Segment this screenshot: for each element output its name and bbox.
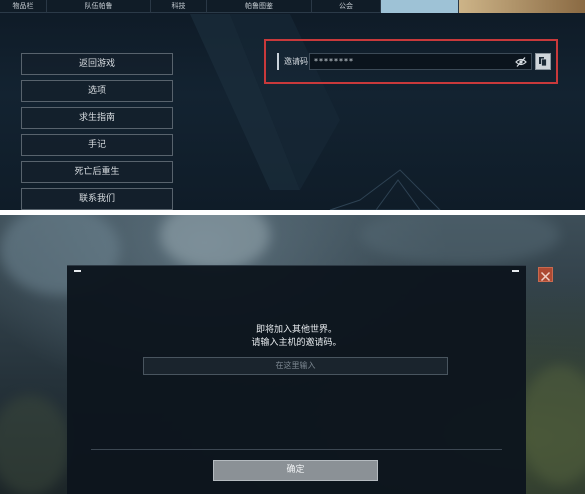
copy-glyph-icon [539,57,547,67]
journal-button[interactable]: 手记 [21,134,173,156]
tab-map[interactable] [459,0,585,13]
dialog-message-line1: 即将加入其他世界。 [255,325,337,335]
minimize-icon [512,270,519,272]
background-blur [360,215,560,265]
copy-icon[interactable] [535,53,551,70]
invite-code-label: 邀请码 [284,57,308,66]
dialog-message-line2: 请输入主机的邀请码。 [251,338,342,348]
close-icon [540,271,551,282]
dialog-message: 即将加入其他世界。 请输入主机的邀请码。 [67,324,526,350]
survival-guide-button[interactable]: 求生指南 [21,107,173,129]
tab-technology[interactable]: 科技 [151,0,207,13]
join-world-dialog: 即将加入其他世界。 请输入主机的邀请码。 在这里输入 确定 [67,265,526,494]
background-blur [160,215,270,270]
tab-guild[interactable]: 公会 [312,0,381,13]
eye-hidden-icon[interactable] [515,56,527,68]
confirm-button[interactable]: 确定 [213,460,378,481]
background-blur [0,395,70,494]
options-button[interactable]: 选项 [21,80,173,102]
top-tab-bar: 物品栏 队伍帕鲁 科技 帕鲁图鉴 公会 [0,0,585,13]
tab-system[interactable] [381,0,459,13]
invite-code-field: ******** [309,53,532,70]
join-world-screen: 即将加入其他世界。 请输入主机的邀请码。 在这里输入 确定 [0,215,585,494]
label-accent-bar [277,53,279,70]
invite-code-row: 邀请码 ******** [277,53,551,70]
invite-code-input[interactable]: 在这里输入 [143,357,448,375]
pause-menu: 返回游戏 选项 求生指南 手记 死亡后重生 联系我们 [21,53,173,210]
invite-code-value: ******** [314,57,354,66]
close-button[interactable] [538,267,553,282]
invite-code-highlight: 邀请码 ******** [264,39,558,84]
return-to-game-button[interactable]: 返回游戏 [21,53,173,75]
tab-paldeck[interactable]: 帕鲁图鉴 [207,0,312,13]
contact-us-button[interactable]: 联系我们 [21,188,173,210]
dialog-divider [91,449,502,450]
pause-menu-panel: 物品栏 队伍帕鲁 科技 帕鲁图鉴 公会 返回游戏 选项 求生指南 手记 死亡后重… [0,0,585,210]
background-blur [520,365,585,485]
minimize-icon [74,270,81,272]
tab-inventory[interactable]: 物品栏 [0,0,47,13]
tab-party-pals[interactable]: 队伍帕鲁 [47,0,151,13]
respawn-button[interactable]: 死亡后重生 [21,161,173,183]
